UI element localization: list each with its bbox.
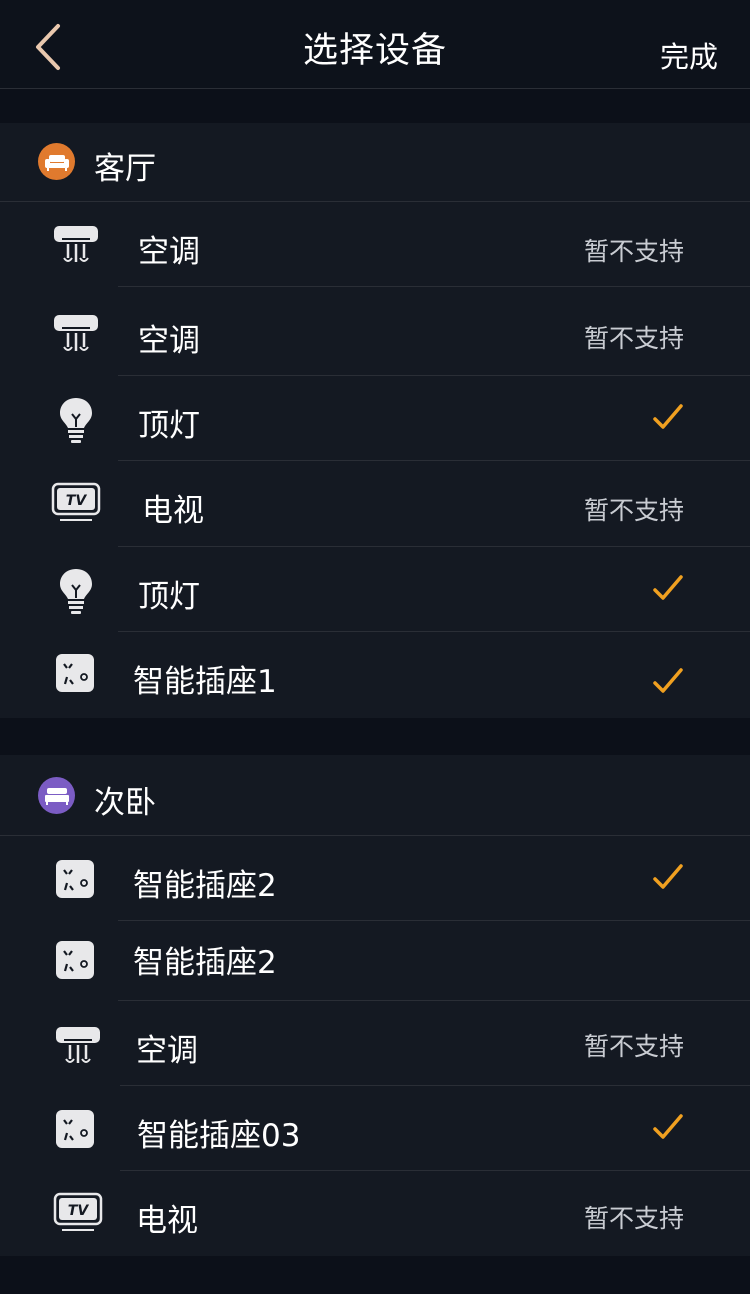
device-name: 顶灯 xyxy=(138,408,200,444)
device-name: 智能插座2 xyxy=(133,868,277,904)
light-bulb-icon xyxy=(60,569,92,614)
checkmark-icon xyxy=(653,864,683,889)
light-bulb-icon xyxy=(60,398,92,443)
device-name: 智能插座1 xyxy=(133,664,277,700)
air-conditioner-icon xyxy=(54,226,98,262)
device-name: 空调 xyxy=(138,323,200,359)
sofa-icon xyxy=(38,143,75,180)
room-header: 客厅 xyxy=(0,123,750,202)
room-section-bedroom: 次卧 智能插座2 智能插座2 空调 暂不支持 智能插座03 TV 电视 暂不支持 xyxy=(0,755,750,1256)
device-name: 顶灯 xyxy=(138,579,200,615)
device-name: 电视 xyxy=(142,493,204,529)
svg-text:TV: TV xyxy=(68,1203,90,1219)
air-conditioner-icon xyxy=(54,315,98,351)
room-section-living-room: 客厅 空调 暂不支持 空调 暂不支持 顶灯 TV 电视 暂不支持 顶灯 智能插座… xyxy=(0,123,750,718)
checkmark-icon xyxy=(653,1114,683,1139)
device-name: 智能插座2 xyxy=(133,945,277,981)
tv-icon: TV xyxy=(51,482,101,521)
air-conditioner-icon xyxy=(56,1027,100,1063)
device-row[interactable]: 顶灯 xyxy=(0,547,750,632)
checkmark-icon xyxy=(653,668,683,693)
device-name: 智能插座03 xyxy=(137,1118,301,1154)
device-name: 空调 xyxy=(136,1033,198,1069)
device-name: 空调 xyxy=(138,234,200,270)
device-row[interactable]: 智能插座2 xyxy=(0,921,750,1001)
tv-icon: TV xyxy=(53,1192,103,1231)
navigation-bar: 选择设备 完成 xyxy=(0,0,750,89)
bed-icon xyxy=(38,777,75,814)
device-row[interactable]: TV 电视 暂不支持 xyxy=(0,1171,750,1256)
checkmark-icon xyxy=(653,404,683,429)
unsupported-label: 暂不支持 xyxy=(583,1204,684,1233)
device-row[interactable]: 空调 暂不支持 xyxy=(0,202,750,287)
device-row[interactable]: 智能插座03 xyxy=(0,1086,750,1171)
page-title: 选择设备 xyxy=(302,31,447,71)
power-socket-icon xyxy=(56,941,94,979)
unsupported-label: 暂不支持 xyxy=(583,1032,684,1061)
power-socket-icon xyxy=(56,654,94,692)
svg-text:TV: TV xyxy=(66,493,88,509)
room-name: 次卧 xyxy=(94,785,156,821)
device-row[interactable]: 空调 暂不支持 xyxy=(0,1001,750,1086)
done-button[interactable]: 完成 xyxy=(660,34,718,76)
checkmark-icon xyxy=(653,575,683,600)
power-socket-icon xyxy=(56,860,94,898)
device-row[interactable]: 顶灯 xyxy=(0,376,750,461)
room-name: 客厅 xyxy=(94,151,156,187)
device-row[interactable]: TV 电视 暂不支持 xyxy=(0,461,750,547)
room-header: 次卧 xyxy=(0,755,750,836)
unsupported-label: 暂不支持 xyxy=(583,237,684,266)
unsupported-label: 暂不支持 xyxy=(583,496,684,525)
device-row[interactable]: 智能插座2 xyxy=(0,836,750,921)
power-socket-icon xyxy=(56,1110,94,1148)
unsupported-label: 暂不支持 xyxy=(583,324,684,353)
device-row[interactable]: 空调 暂不支持 xyxy=(0,287,750,376)
device-name: 电视 xyxy=(136,1203,198,1239)
device-row[interactable]: 智能插座1 xyxy=(0,632,750,718)
